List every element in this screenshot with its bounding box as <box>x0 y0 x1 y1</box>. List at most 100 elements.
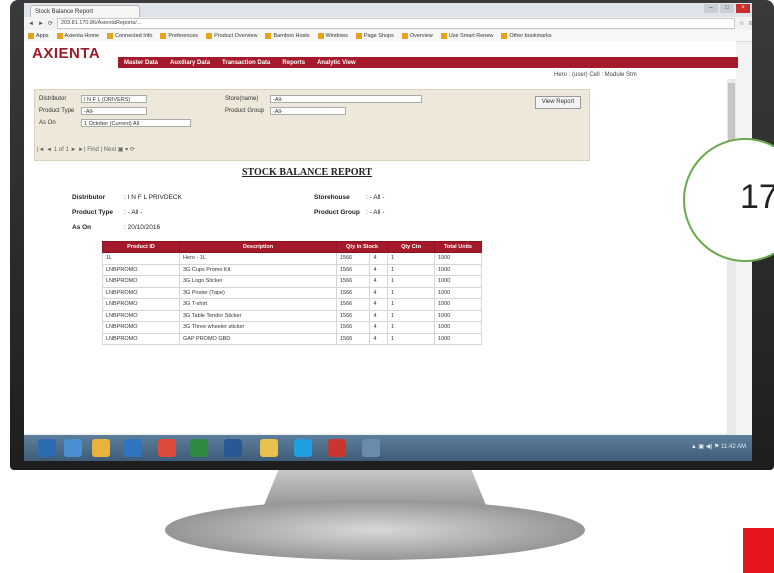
table-body: 1L Hero - 1L 1566 4 1 1000 LNBPROMO 3G Cups Pro… <box>102 252 482 345</box>
main-nav: Master Data Auxiliary Data Transaction D… <box>118 57 738 68</box>
table-cell: Hero - 1L <box>179 252 337 265</box>
table-cell: LNBPROMO <box>102 263 180 276</box>
filter-panel: Distributor I N F L (ORIVERS) Store(name… <box>34 89 590 161</box>
table-cell: 1000 <box>434 309 482 322</box>
maximize-button[interactable]: □ <box>720 4 734 13</box>
monitor-screen: Stock Balance Report – □ × ◄ ► ⟳ 203.81.… <box>24 3 752 461</box>
table-cell: 4 <box>369 252 388 265</box>
address-bar-row: ◄ ► ⟳ 203.81.170.86/AxientaReports/... ☆… <box>24 17 752 30</box>
address-input[interactable]: 203.81.170.86/AxientaReports/... <box>56 18 736 29</box>
table-cell: 1000 <box>434 298 482 311</box>
stock-table: Product ID Description Qty In Stock Qty … <box>102 241 482 345</box>
bookmark-item[interactable]: Bamboo Hosts <box>265 32 310 39</box>
col-total-units: Total Units <box>434 241 482 253</box>
bookmark-item[interactable]: Overview <box>401 32 433 39</box>
bookmark-item[interactable]: Page Shops <box>355 32 394 39</box>
bookmark-item[interactable]: Preferences <box>160 32 198 39</box>
bookmark-item[interactable]: Apps <box>28 32 49 39</box>
folder-icon <box>28 32 34 39</box>
folder-icon <box>107 32 114 39</box>
table-header-row: Product ID Description Qty In Stock Qty … <box>102 241 482 253</box>
meta-product-group: Product Group: - All - <box>314 209 385 216</box>
skype-icon[interactable] <box>294 439 312 457</box>
chrome-icon[interactable] <box>158 439 176 457</box>
menu-icon[interactable]: ≡ <box>748 21 752 27</box>
nav-analytic-view[interactable]: Analytic View <box>317 60 356 66</box>
nav-auxiliary-data[interactable]: Auxiliary Data <box>170 60 210 66</box>
as-on-label: As On <box>39 120 56 126</box>
explorer-icon[interactable] <box>260 439 278 457</box>
meta-distributor: Distributor: I N F L PRIVDECK <box>72 194 182 201</box>
table-row: LNBPROMO 3G Logo Sticker 1566 4 1 1000 <box>102 275 482 288</box>
close-button[interactable]: × <box>736 4 750 13</box>
back-icon[interactable]: ◄ <box>28 21 34 27</box>
browser-tab[interactable]: Stock Balance Report <box>30 5 140 17</box>
user-info: Hero : (user) Cell : Module Stm <box>554 72 637 78</box>
bookmark-item[interactable]: Use Smart Renew <box>440 32 493 39</box>
report-pager[interactable]: |◄ ◄ 1 of 1 ► ►| Find | Next ▣ ▾ ⟳ <box>37 146 135 153</box>
minimize-button[interactable]: – <box>704 4 718 13</box>
axienta-logo: AXIENTA <box>32 45 101 62</box>
bookmark-item[interactable]: Connected Info <box>107 32 152 39</box>
acrobat-icon[interactable] <box>328 439 346 457</box>
meta-storehouse: Storehouse: - All - <box>314 194 385 201</box>
nav-master-data[interactable]: Master Data <box>124 60 158 66</box>
forward-icon[interactable]: ► <box>38 21 44 27</box>
table-cell: 1000 <box>434 275 482 288</box>
bookmark-item[interactable]: Windows <box>317 32 348 39</box>
outlook-icon[interactable] <box>124 439 142 457</box>
table-cell: 1 <box>387 298 435 311</box>
bookmark-item[interactable]: Other bookmarks <box>501 32 552 39</box>
product-group-select[interactable]: -All- <box>270 107 346 115</box>
bookmark-item[interactable]: Product Overview <box>206 32 257 39</box>
system-tray[interactable]: ▲ ▣ ◀) ⚑ 11:42 AM <box>691 443 746 450</box>
star-icon[interactable]: ☆ <box>739 20 744 27</box>
table-row: LNBPROMO 3G T-shirt 1566 4 1 1000 <box>102 298 482 311</box>
table-cell: 3G Cups Promo Kit <box>179 263 337 276</box>
excel-icon[interactable] <box>190 439 208 457</box>
table-cell: 4 <box>369 332 388 345</box>
vertical-scrollbar[interactable] <box>727 79 736 461</box>
table-cell: 1 <box>387 321 435 334</box>
taskbar: ▲ ▣ ◀) ⚑ 11:42 AM <box>24 435 752 461</box>
table-cell: 4 <box>369 298 388 311</box>
reload-icon[interactable]: ⟳ <box>48 20 53 27</box>
table-cell: LNBPROMO <box>102 309 180 322</box>
store-select[interactable]: -All- <box>270 95 422 103</box>
table-row: LNBPROMO 3G Cups Promo Kit 1566 4 1 1000 <box>102 263 482 276</box>
col-product-id: Product ID <box>102 241 180 253</box>
table-cell: 1566 <box>335 321 371 334</box>
nav-transaction-data[interactable]: Transaction Data <box>222 60 270 66</box>
bookmark-item[interactable]: Axienta Home <box>56 32 99 39</box>
scrollbar-thumb[interactable] <box>728 83 735 143</box>
table-cell: 1566 <box>335 286 371 299</box>
meta-as-on: As On: 20/10/2016 <box>72 224 161 231</box>
table-cell: 1000 <box>434 252 482 265</box>
table-cell: 3G Logo Sticker <box>179 275 337 288</box>
table-cell: 4 <box>369 275 388 288</box>
monitor-base <box>165 500 585 560</box>
start-icon[interactable] <box>38 439 56 457</box>
app-icon[interactable] <box>362 439 380 457</box>
table-row: 1L Hero - 1L 1566 4 1 1000 <box>102 252 482 265</box>
folder-icon[interactable] <box>92 439 110 457</box>
folder-icon <box>355 32 362 39</box>
report-app: AXIENTA Master Data Auxiliary Data Trans… <box>24 41 738 461</box>
product-type-label: Product Type <box>39 108 75 114</box>
as-on-date-input[interactable]: 1 October (Current) All <box>81 119 191 127</box>
table-cell: 1000 <box>434 263 482 276</box>
meta-product-type: Product Type: - All - <box>72 209 143 216</box>
table-cell: 1000 <box>434 286 482 299</box>
word-icon[interactable] <box>224 439 242 457</box>
product-type-select[interactable]: -All- <box>81 107 147 115</box>
col-description: Description <box>179 241 337 253</box>
view-report-button[interactable]: View Report <box>535 96 581 109</box>
col-qty-ctn: Qty Ctn <box>387 241 435 253</box>
ie-icon[interactable] <box>64 439 82 457</box>
window-controls: – □ × <box>704 4 750 13</box>
nav-reports[interactable]: Reports <box>282 60 305 66</box>
distributor-select[interactable]: I N F L (ORIVERS) <box>81 95 147 103</box>
folder-icon <box>501 32 508 39</box>
table-cell: 1L <box>102 252 180 265</box>
table-cell: LNBPROMO <box>102 298 180 311</box>
